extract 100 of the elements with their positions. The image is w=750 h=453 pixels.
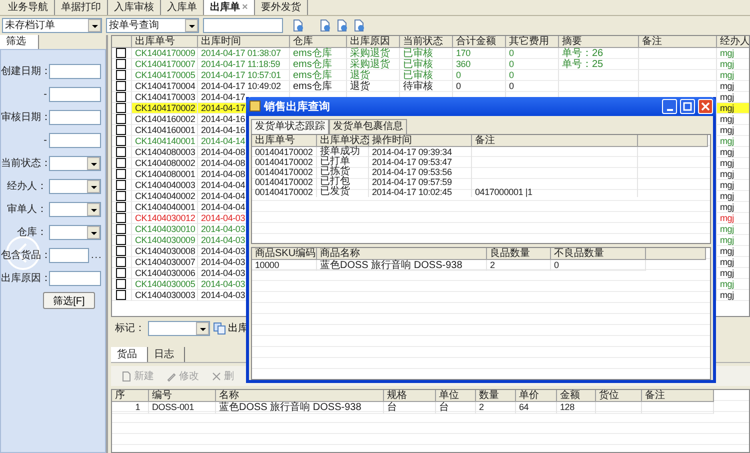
checkbox[interactable] (116, 213, 126, 223)
column-header[interactable]: 单价 (516, 390, 557, 402)
column-header[interactable]: 序 (112, 390, 149, 402)
input-field[interactable] (49, 64, 101, 78)
column-header[interactable]: 操作时间 (369, 134, 472, 147)
browse-button[interactable]: ... (91, 250, 102, 260)
table-cell: 0 (453, 81, 506, 92)
table-cell: 10000 (252, 260, 317, 270)
table-cell: CK1404160002 (132, 114, 198, 125)
table-cell: mgj (717, 103, 749, 114)
order-filter-select[interactable]: 未存档订单 (2, 18, 102, 33)
document-icon[interactable] (335, 19, 348, 32)
checkbox[interactable] (116, 136, 126, 146)
checkbox[interactable] (116, 180, 126, 190)
checkbox[interactable] (116, 92, 126, 102)
column-header[interactable]: 名称 (216, 390, 384, 402)
table-cell: mgj (717, 169, 749, 180)
checkbox[interactable] (116, 169, 126, 179)
column-header[interactable] (646, 248, 706, 260)
column-header[interactable]: 单位 (436, 390, 476, 402)
column-header[interactable]: 出库单号 (252, 134, 317, 147)
table-cell: CK1404030012 (132, 213, 198, 224)
column-header[interactable]: 货位 (596, 390, 642, 402)
dialog-tab[interactable]: 发货单状态跟踪 (251, 118, 329, 134)
dropdown-field[interactable] (49, 178, 101, 194)
checkbox[interactable] (116, 290, 126, 300)
checkbox[interactable] (116, 279, 126, 289)
column-header[interactable]: 编号 (149, 390, 216, 402)
checkbox[interactable] (116, 103, 126, 113)
filter-tab[interactable]: 筛选 (0, 35, 39, 49)
checkbox[interactable] (116, 224, 126, 234)
input-field[interactable] (49, 248, 89, 262)
detail-tab[interactable]: 货品 (111, 347, 148, 362)
input-field[interactable] (49, 110, 101, 124)
table-cell: mgj (717, 235, 749, 246)
column-header[interactable]: 备注 (642, 390, 714, 402)
table-cell: mgj (717, 246, 749, 257)
column-header[interactable]: 备注 (472, 134, 638, 147)
checkbox[interactable] (116, 268, 126, 278)
table-cell: mgj (717, 279, 749, 290)
minimize-button[interactable] (662, 98, 677, 114)
table-cell: ems仓库 (290, 81, 347, 92)
detail-tab[interactable]: 日志 (148, 347, 185, 362)
dropdown-field[interactable] (49, 156, 101, 170)
table-cell: CK1404160001 (132, 125, 198, 136)
checkbox[interactable] (116, 81, 126, 91)
nav-tab[interactable]: 入库审核 (108, 0, 161, 15)
table-cell: 待审核 (400, 81, 453, 92)
table-cell: mgj (717, 158, 749, 169)
checkbox[interactable] (116, 235, 126, 245)
close-icon (701, 102, 710, 111)
dropdown-field[interactable] (49, 202, 101, 216)
column-header[interactable]: 当前状态 (400, 36, 453, 48)
checkbox[interactable] (116, 257, 126, 267)
document-icon[interactable] (291, 19, 304, 32)
table-cell: mgj (717, 125, 749, 136)
column-header[interactable]: 出库单状态 (317, 134, 369, 147)
mark-select[interactable] (148, 320, 210, 336)
query-type-select[interactable]: 按单号查询 (106, 18, 199, 33)
checkbox[interactable] (116, 191, 126, 201)
input-field[interactable] (49, 270, 101, 286)
column-header[interactable]: 规格 (384, 390, 436, 402)
column-header[interactable] (638, 134, 708, 147)
table-cell: 001404170002 (252, 156, 317, 167)
checkbox[interactable] (116, 202, 126, 212)
checkbox[interactable] (116, 48, 126, 58)
search-field[interactable] (203, 18, 283, 33)
table-cell: ems仓库 (290, 48, 347, 59)
input-field[interactable] (49, 132, 101, 148)
table-cell: CK1404030009 (132, 235, 198, 246)
table-cell: CK1404040001 (132, 202, 198, 213)
table-cell (642, 402, 714, 414)
table-cell: 0 (506, 48, 559, 59)
checkbox[interactable] (116, 114, 126, 124)
filter-button[interactable]: 筛选[F] (43, 292, 95, 309)
column-header[interactable]: 数量 (476, 390, 516, 402)
nav-tab[interactable]: 业务导航 (2, 0, 55, 15)
table-cell: CK1404030006 (132, 268, 198, 279)
maximize-button[interactable] (680, 98, 695, 114)
checkbox[interactable] (116, 59, 126, 69)
document-icon[interactable] (318, 19, 331, 32)
field-label: - (42, 88, 47, 100)
minimize-icon (666, 108, 672, 111)
checkbox[interactable] (116, 70, 126, 80)
table-cell: mgj (717, 136, 749, 147)
dialog-tab[interactable]: 发货单包裹信息 (329, 118, 407, 134)
checkbox[interactable] (116, 158, 126, 168)
table-cell: mgj (717, 290, 749, 301)
input-field[interactable] (49, 86, 101, 102)
checkbox[interactable] (116, 246, 126, 256)
close-button[interactable] (698, 98, 713, 114)
checkbox[interactable] (116, 147, 126, 157)
column-header[interactable]: 金额 (557, 390, 596, 402)
checkbox[interactable] (116, 125, 126, 135)
document-icon[interactable] (352, 19, 365, 32)
nav-tab[interactable]: 单据打印 (55, 0, 108, 15)
dropdown-field[interactable] (49, 224, 101, 240)
nav-tab[interactable]: 要外发货 (254, 0, 308, 15)
nav-tab[interactable]: 出库单 × (204, 0, 255, 15)
field-label: 创建日期： (1, 64, 47, 78)
